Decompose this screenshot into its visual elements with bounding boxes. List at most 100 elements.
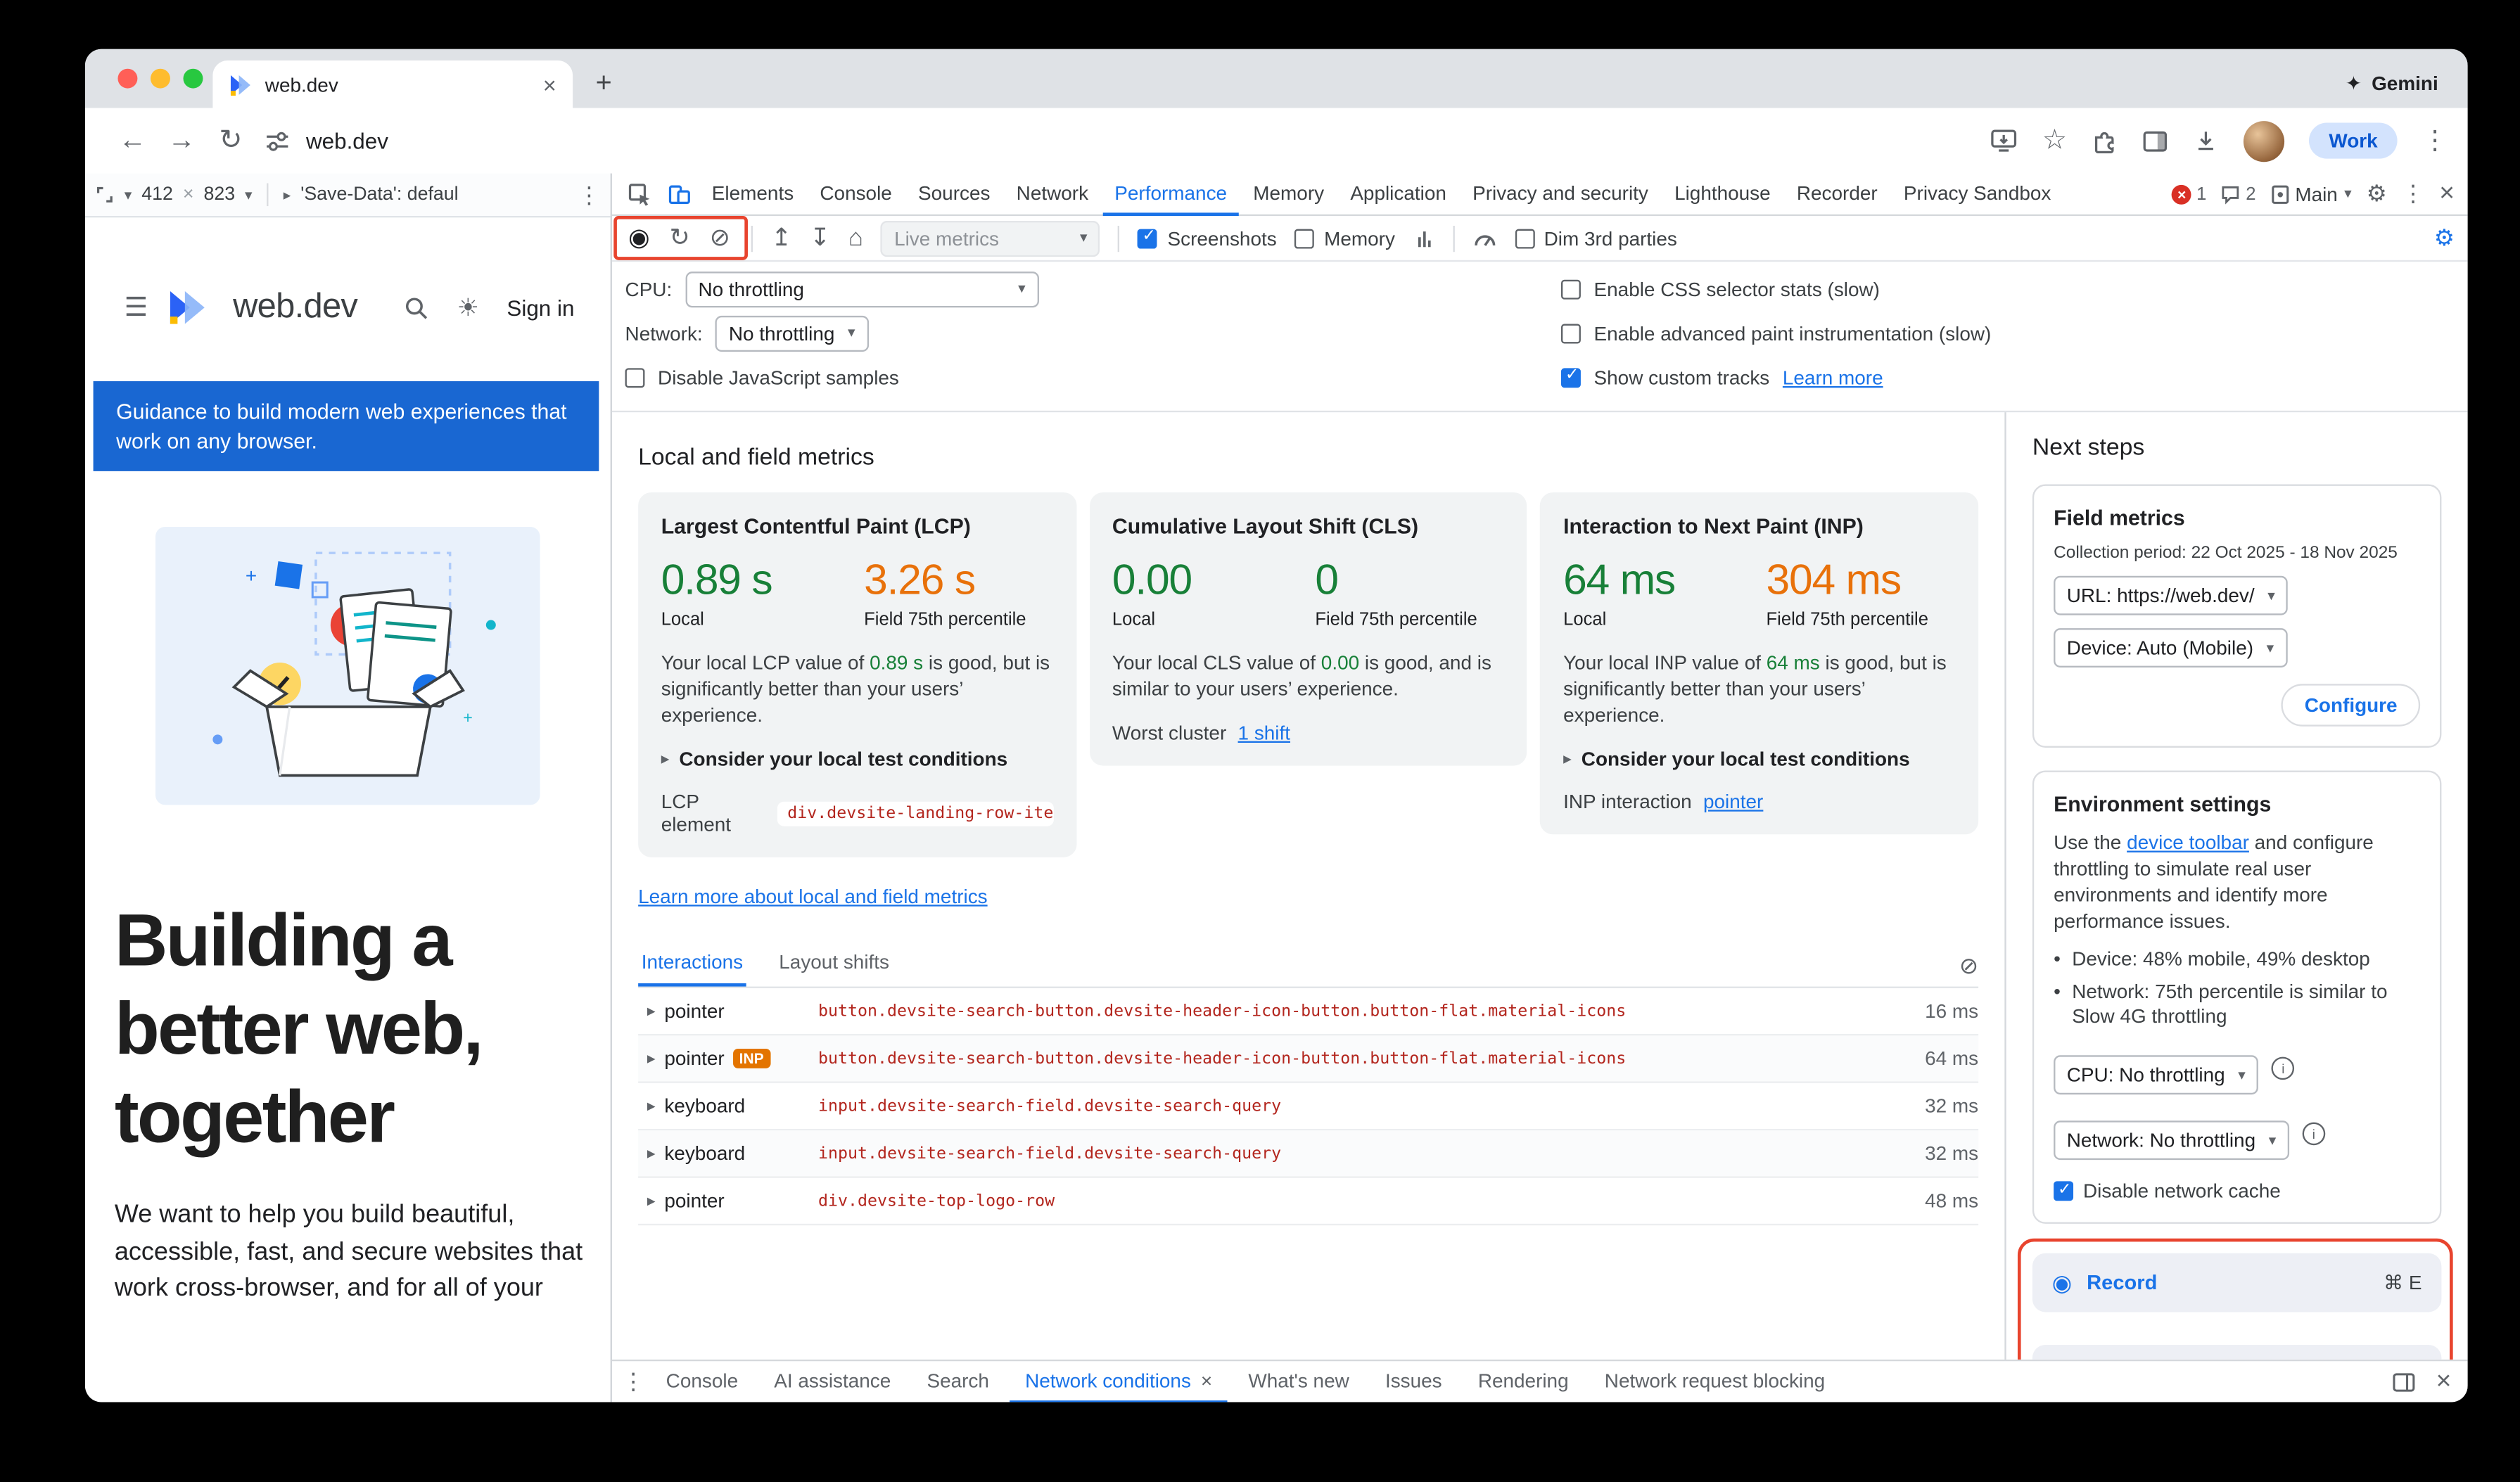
field-device-select[interactable]: Device: Auto (Mobile) ▾ — [2054, 628, 2287, 667]
lcp-consider-toggle[interactable]: ▸ Consider your local test conditions — [661, 748, 1053, 771]
disable-network-cache-checkbox[interactable] — [2054, 1181, 2073, 1201]
throttle-expander-icon[interactable]: ▸ — [284, 186, 291, 204]
expander-icon[interactable]: ▸ — [638, 1049, 664, 1068]
drawer-tab-issues[interactable]: Issues — [1370, 1360, 1457, 1402]
bookmark-star-icon[interactable]: ☆ — [2042, 124, 2067, 158]
garbage-collect-icon[interactable] — [1413, 226, 1434, 250]
disable-network-cache-row[interactable]: Disable network cache — [2054, 1180, 2420, 1203]
forward-button[interactable]: → — [157, 124, 206, 158]
network-throttle-select[interactable]: No throttling ▾ — [715, 315, 868, 351]
devtools-tab-network[interactable]: Network — [1005, 172, 1100, 216]
save-data-select[interactable]: 'Save-Data': defaul — [300, 185, 458, 205]
memory-checkbox[interactable] — [1294, 228, 1314, 248]
configure-button[interactable]: Configure — [2282, 684, 2420, 726]
drawer-tab-ai-assistance[interactable]: AI assistance — [759, 1360, 905, 1402]
webdev-logo-icon[interactable] — [167, 290, 213, 326]
devtools-tab-lighthouse[interactable]: Lighthouse — [1663, 172, 1782, 216]
tab-close-icon[interactable]: × — [543, 73, 556, 96]
devtools-tab-elements[interactable]: Elements — [701, 172, 806, 216]
metrics-learn-more-link[interactable]: Learn more about local and field metrics — [638, 885, 987, 908]
cpu-throttle-select[interactable]: No throttling ▾ — [685, 271, 1038, 307]
zoom-caret-icon[interactable]: ▾ — [245, 186, 253, 204]
hamburger-menu-icon[interactable]: ☰ — [125, 291, 148, 324]
cls-shift-link[interactable]: 1 shift — [1238, 722, 1290, 745]
custom-tracks-checkbox[interactable] — [1561, 367, 1581, 387]
devtools-tab-sources[interactable]: Sources — [907, 172, 1002, 216]
extensions-icon[interactable] — [2092, 127, 2118, 153]
responsive-dimensions-icon[interactable] — [95, 185, 115, 205]
custom-tracks-learn-more-link[interactable]: Learn more — [1783, 366, 1883, 389]
profile-chip[interactable]: Work — [2309, 122, 2397, 158]
theme-toggle-icon[interactable]: ☀ — [457, 293, 479, 322]
drawer-tab-close-icon[interactable]: × — [1201, 1369, 1212, 1392]
search-icon[interactable] — [405, 295, 429, 320]
custom-tracks-row[interactable]: Show custom tracks Learn more — [1561, 358, 2455, 395]
downloads-icon[interactable] — [2193, 127, 2219, 153]
env-cpu-select[interactable]: CPU: No throttling ▾ — [2054, 1055, 2258, 1094]
profile-avatar[interactable] — [2244, 120, 2284, 161]
context-selector[interactable]: Main ▾ — [2270, 182, 2351, 205]
record-button[interactable]: ◉ Record ⌘ E — [2032, 1253, 2441, 1312]
devtools-tab-privacy-security[interactable]: Privacy and security — [1461, 172, 1660, 216]
memory-checkbox-row[interactable]: Memory — [1294, 226, 1395, 250]
interaction-row[interactable]: ▸ pointer button.devsite-search-button.d… — [638, 988, 1978, 1035]
url-text[interactable]: web.dev — [306, 129, 388, 153]
capture-settings-gear-icon[interactable]: ⚙ — [2434, 224, 2455, 253]
install-icon[interactable] — [1990, 127, 2018, 153]
fullscreen-window-button[interactable] — [184, 69, 203, 89]
drawer-tab-search[interactable]: Search — [912, 1360, 1004, 1402]
site-settings-icon[interactable] — [265, 129, 290, 153]
drawer-tab-network-conditions[interactable]: Network conditions × — [1010, 1360, 1227, 1402]
record-reload-icon[interactable]: ↻ — [670, 226, 690, 250]
devtools-close-icon[interactable]: × — [2439, 181, 2455, 207]
device-toolbar-link[interactable]: device toolbar — [2127, 831, 2249, 855]
minimize-window-button[interactable] — [151, 69, 170, 89]
inspect-element-icon[interactable] — [622, 182, 658, 205]
cpu-info-icon[interactable] — [2272, 1057, 2295, 1080]
field-url-select[interactable]: URL: https://web.dev/ ▾ — [2054, 576, 2288, 615]
load-profile-icon[interactable]: ↥ — [771, 226, 791, 250]
devtools-menu-icon[interactable]: ⋮ — [2402, 180, 2425, 208]
inp-consider-toggle[interactable]: ▸ Consider your local test conditions — [1563, 748, 1955, 771]
screenshots-checkbox[interactable] — [1138, 228, 1158, 248]
expander-icon[interactable]: ▸ — [638, 1144, 664, 1163]
devtools-tab-memory[interactable]: Memory — [1242, 172, 1335, 216]
browser-tab[interactable]: web.dev × — [212, 60, 573, 108]
close-window-button[interactable] — [117, 69, 137, 89]
device-toolbar-menu-icon[interactable]: ⋮ — [578, 181, 601, 209]
record-and-reload-button[interactable]: ↻ Record and reload ⌘ ⇧ E — [2032, 1345, 2441, 1360]
devtools-tab-performance[interactable]: Performance — [1103, 172, 1238, 216]
disable-js-samples-checkbox[interactable] — [625, 367, 645, 387]
devtools-tab-privacy-sandbox[interactable]: Privacy Sandbox — [1892, 172, 2063, 216]
drawer-tab-network-request-blocking[interactable]: Network request blocking — [1590, 1360, 1840, 1402]
device-toolbar-toggle-icon[interactable] — [661, 182, 697, 205]
dock-side-icon[interactable] — [2392, 1372, 2415, 1391]
back-button[interactable]: ← — [108, 124, 158, 158]
interaction-row[interactable]: ▸ pointer div.devsite-top-logo-row 48 ms — [638, 1178, 1978, 1225]
interaction-row[interactable]: ▸ keyboard input.devsite-search-field.de… — [638, 1130, 1978, 1177]
devtools-tab-recorder[interactable]: Recorder — [1786, 172, 1889, 216]
env-network-select[interactable]: Network: No throttling ▾ — [2054, 1120, 2289, 1160]
lcp-element-code[interactable]: div.devsite-landing-row-ite… — [777, 801, 1053, 826]
dim-3rd-parties-checkbox-row[interactable]: Dim 3rd parties — [1515, 226, 1677, 250]
disable-js-samples-row[interactable]: Disable JavaScript samples — [625, 358, 1561, 395]
new-tab-button[interactable]: + — [596, 67, 612, 100]
interaction-row[interactable]: ▸ pointerINP button.devsite-search-butto… — [638, 1035, 1978, 1082]
inp-interaction-link[interactable]: pointer — [1703, 790, 1763, 813]
css-selector-stats-checkbox[interactable] — [1561, 279, 1581, 299]
home-live-metrics-icon[interactable]: ⌂ — [848, 226, 863, 250]
dim-3rd-parties-checkbox[interactable] — [1515, 228, 1534, 248]
devtools-settings-icon[interactable]: ⚙ — [2367, 180, 2387, 208]
drawer-tab-whats-new[interactable]: What's new — [1233, 1360, 1363, 1402]
devtools-tab-console[interactable]: Console — [808, 172, 903, 216]
tab-layout-shifts[interactable]: Layout shifts — [776, 950, 893, 986]
site-logo-text[interactable]: web.dev — [233, 288, 357, 327]
drawer-tab-console[interactable]: Console — [651, 1360, 753, 1402]
browser-menu-icon[interactable]: ⋮ — [2422, 124, 2448, 158]
tab-interactions[interactable]: Interactions — [638, 950, 746, 986]
interaction-row[interactable]: ▸ keyboard input.devsite-search-field.de… — [638, 1083, 1978, 1130]
drawer-close-icon[interactable]: × — [2436, 1369, 2452, 1395]
expander-icon[interactable]: ▸ — [638, 1002, 664, 1021]
network-info-icon[interactable] — [2303, 1123, 2326, 1146]
reload-button[interactable]: ↻ — [206, 124, 255, 158]
